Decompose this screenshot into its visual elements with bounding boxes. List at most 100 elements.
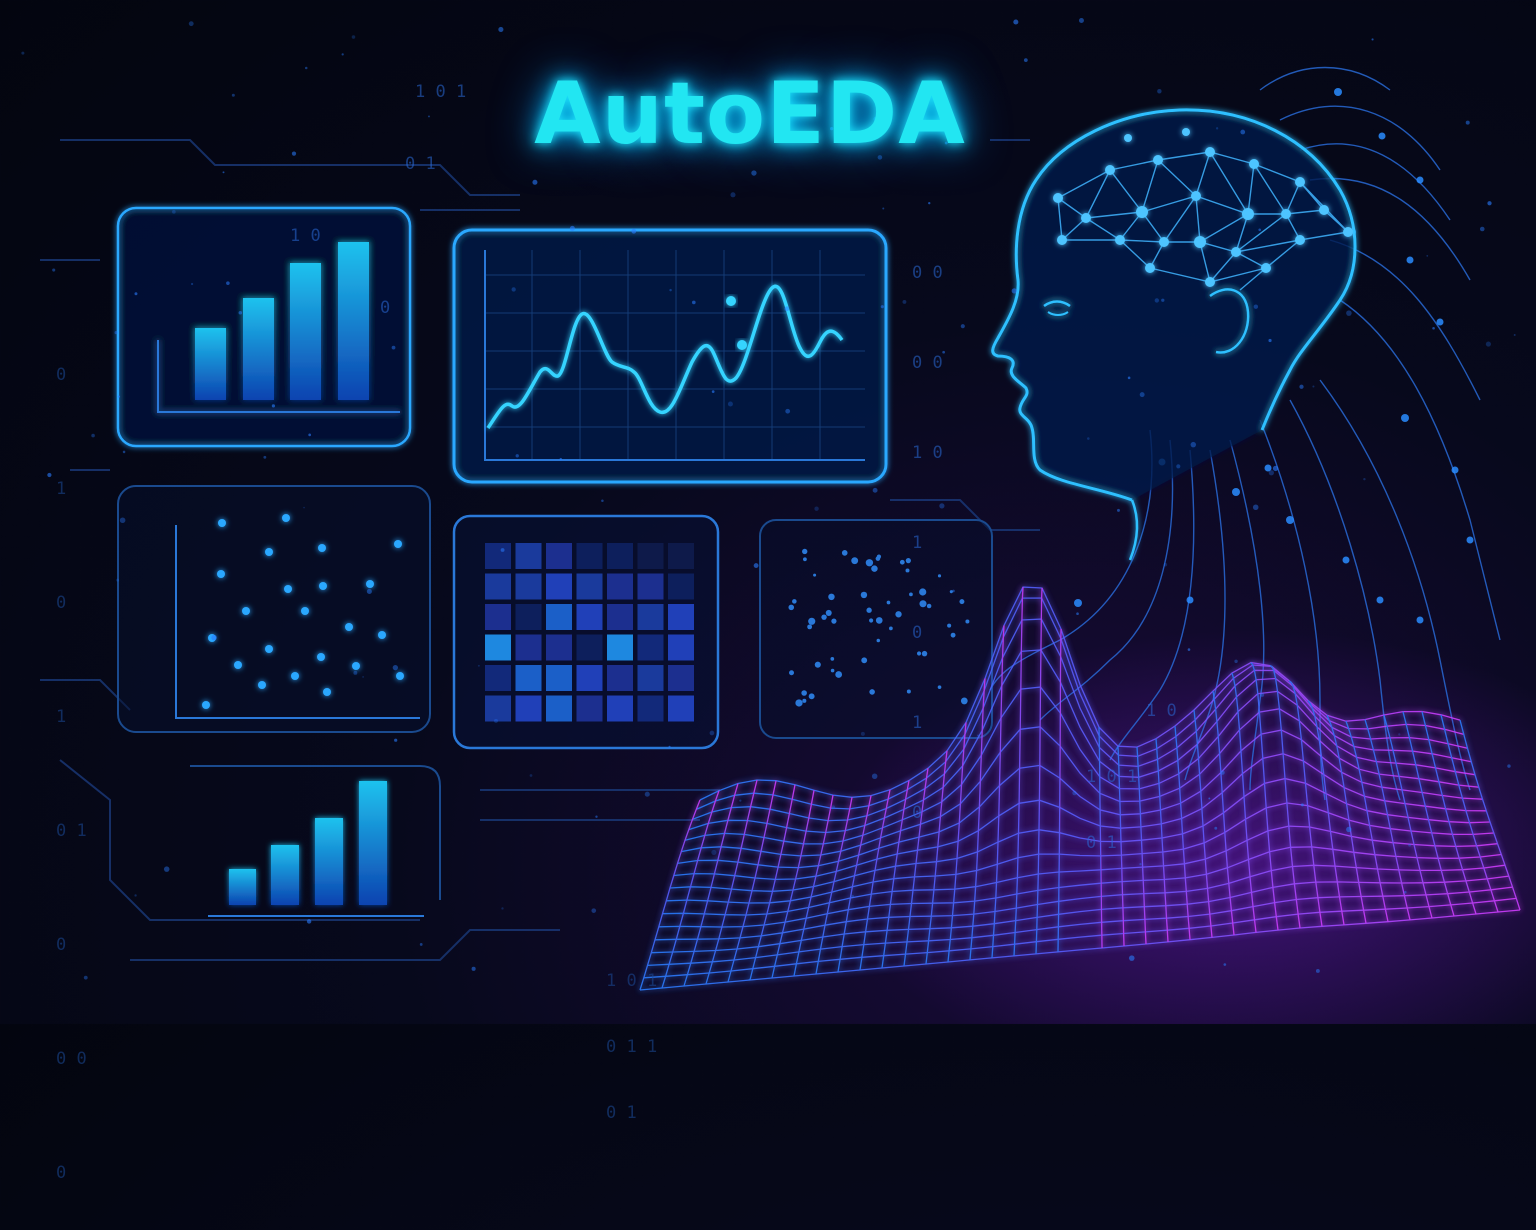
particle xyxy=(1346,310,1352,316)
dot xyxy=(865,559,874,567)
dot xyxy=(899,559,905,565)
heatmap-cell xyxy=(546,695,572,722)
heatmap-cell xyxy=(607,665,633,691)
binary-string: 0 xyxy=(56,1163,67,1183)
particle xyxy=(353,670,358,675)
dot xyxy=(808,693,815,700)
particle xyxy=(1087,437,1090,440)
heatmap-cell xyxy=(607,543,633,569)
particle xyxy=(1268,338,1272,343)
particle xyxy=(882,207,885,210)
dot xyxy=(821,614,827,620)
title-text: AutoEDA xyxy=(534,64,966,164)
heatmap-cell xyxy=(668,543,694,569)
particle xyxy=(477,664,480,667)
particle xyxy=(116,578,120,582)
particle xyxy=(1161,298,1165,302)
particle xyxy=(117,395,121,398)
particle xyxy=(1163,563,1168,567)
dot xyxy=(803,557,807,562)
particle xyxy=(1299,384,1304,389)
heatmap-cell xyxy=(485,573,511,600)
particle xyxy=(952,589,955,593)
dot xyxy=(801,690,807,696)
particle xyxy=(669,288,672,292)
particle xyxy=(122,450,126,454)
particle xyxy=(1363,477,1366,481)
binary-string: 1 0 xyxy=(290,226,321,246)
particle xyxy=(1220,770,1225,775)
page-title: AutoEDA xyxy=(0,64,1510,164)
particle xyxy=(1176,464,1181,469)
particle xyxy=(1208,797,1211,800)
particle xyxy=(511,287,516,292)
heatmap-cell xyxy=(607,695,633,722)
scatter-plot-panel xyxy=(117,485,431,733)
particle xyxy=(831,805,836,809)
mesh-line xyxy=(749,784,796,981)
particle xyxy=(494,718,498,723)
binary-string: 1 xyxy=(56,707,67,727)
heatmap-cell xyxy=(668,573,694,600)
particle xyxy=(515,454,519,458)
particle xyxy=(595,815,598,818)
particle xyxy=(851,895,854,898)
particle xyxy=(591,908,597,913)
heatmap-cell xyxy=(576,573,603,600)
particle xyxy=(1398,733,1401,736)
heatmap-cell xyxy=(576,634,603,661)
dot xyxy=(960,697,968,705)
particle xyxy=(730,192,736,198)
binary-cluster-middle: 0 0 0 0 1 0 1 0 1 0 xyxy=(912,198,943,858)
particle xyxy=(238,310,243,315)
particle xyxy=(1426,254,1429,257)
particle xyxy=(711,390,715,393)
particle xyxy=(1072,790,1077,796)
binary-string: 0 1 xyxy=(56,821,87,841)
particle xyxy=(601,499,604,503)
heatmap-cell xyxy=(515,604,542,630)
particle xyxy=(271,404,275,408)
particle xyxy=(1268,470,1274,476)
dot xyxy=(807,624,813,630)
particle xyxy=(880,305,884,309)
particle xyxy=(1127,376,1131,380)
particle xyxy=(751,170,757,176)
binary-string: 1 0 xyxy=(912,443,943,463)
particle xyxy=(785,408,791,414)
binary-string: 0 0 xyxy=(56,1049,87,1069)
particle xyxy=(1139,392,1145,398)
dot xyxy=(905,558,911,564)
heatmap-cell xyxy=(515,573,542,600)
particle xyxy=(1252,504,1259,511)
particle xyxy=(500,548,505,552)
particle xyxy=(21,51,25,55)
heatmap-cell xyxy=(637,695,664,722)
particle xyxy=(1300,803,1304,807)
dot xyxy=(792,599,797,604)
heatmap-cell xyxy=(485,665,511,691)
particle xyxy=(872,487,878,493)
dot xyxy=(814,661,821,668)
binary-string: 1 0 1 xyxy=(1086,767,1138,787)
binary-string: 0 1 xyxy=(606,1103,637,1123)
particle xyxy=(1403,890,1407,894)
dot xyxy=(947,623,952,628)
particle xyxy=(1432,326,1435,330)
particle xyxy=(529,774,533,777)
dot xyxy=(875,617,883,624)
dot xyxy=(831,618,837,624)
heatmap-cell xyxy=(576,543,603,569)
heatmap-cell xyxy=(637,573,664,600)
particle xyxy=(119,517,126,524)
binary-string: 0 0 xyxy=(912,263,943,283)
particle xyxy=(784,306,790,312)
binary-string: 0 0 xyxy=(912,353,943,373)
dot xyxy=(802,548,808,555)
heatmap-cell xyxy=(637,634,664,661)
particle xyxy=(1485,341,1491,347)
heatmap-cell xyxy=(668,634,694,661)
binary-string: 0 xyxy=(380,298,391,318)
heatmap-cell xyxy=(607,573,633,600)
particle xyxy=(960,324,965,329)
